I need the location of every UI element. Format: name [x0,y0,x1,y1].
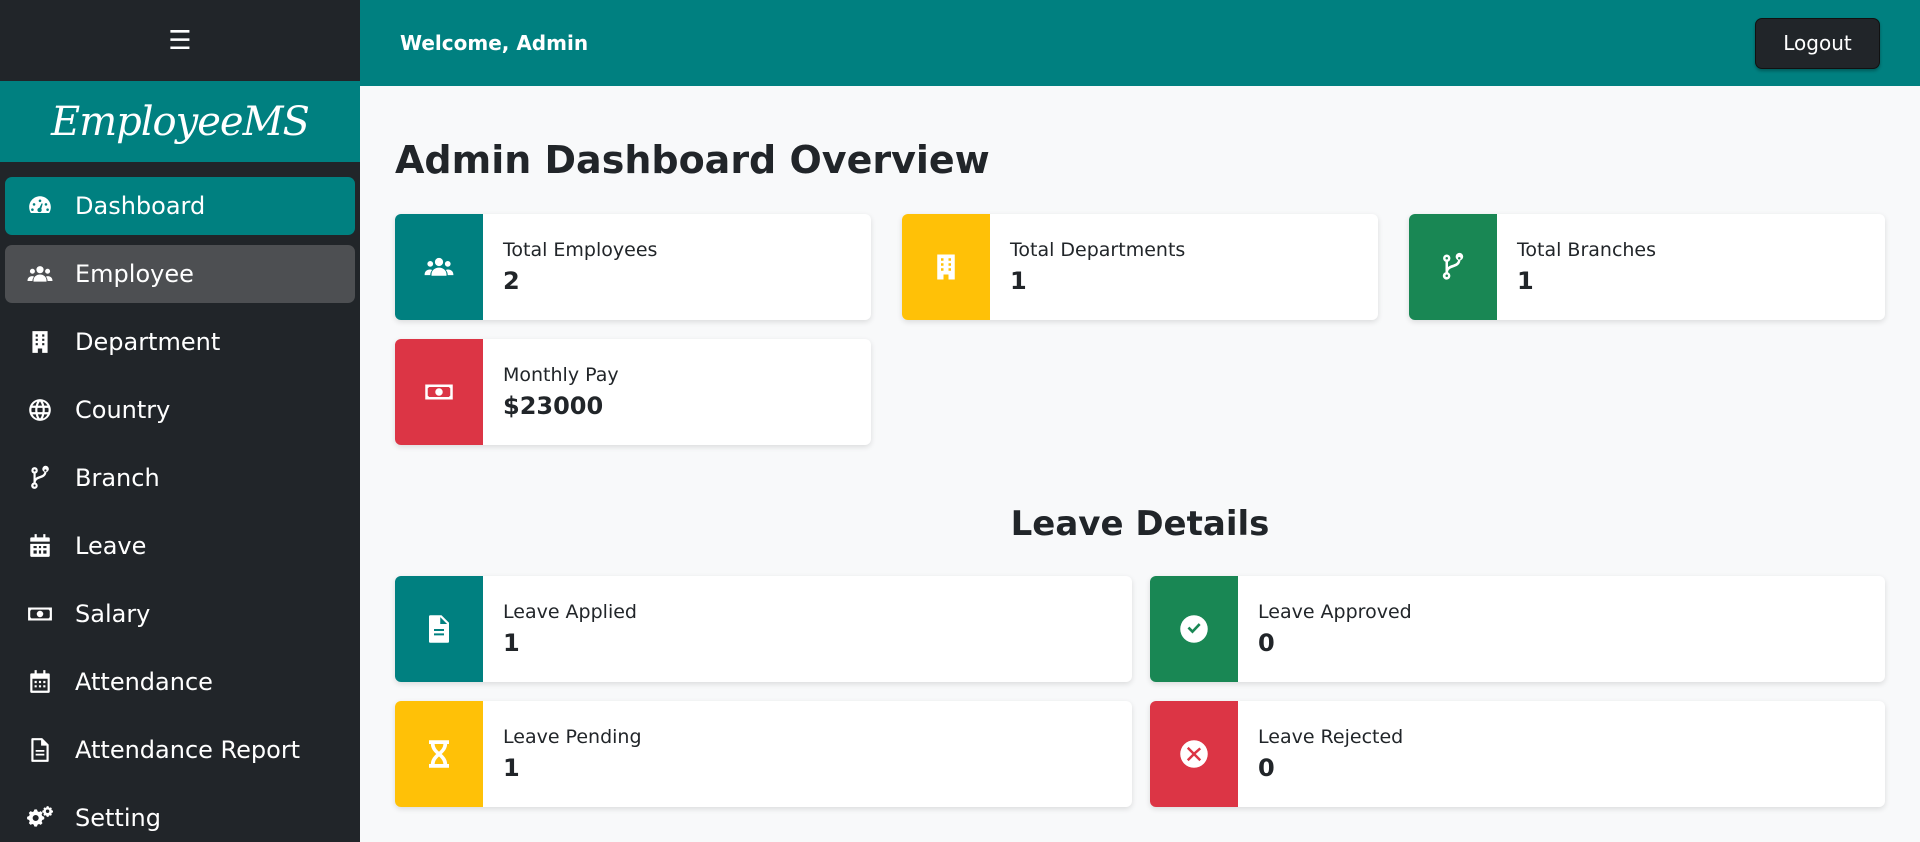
sidebar-item-country[interactable]: Country [5,381,355,439]
stat-label: Total Branches [1517,239,1657,261]
sidebar-item-department[interactable]: Department [5,313,355,371]
sidebar-item-attendance[interactable]: Attendance [5,653,355,711]
building-icon [902,214,990,320]
sidebar-item-label: Leave [75,532,147,560]
stat-card-total-employees: Total Employees 2 [395,214,871,320]
code-branch-icon [5,465,75,491]
leave-label: Leave Pending [503,726,642,748]
stat-value: 1 [1010,267,1027,295]
times-circle-icon [1150,701,1238,807]
file-icon [5,737,75,763]
money-icon [395,339,483,445]
file-icon [395,576,483,682]
money-icon [5,601,75,627]
main-content: Admin Dashboard Overview Total Employees… [360,86,1920,842]
building-icon [5,329,75,355]
leave-value: 1 [503,629,520,657]
sidebar-item-label: Department [75,328,221,356]
sidebar-item-label: Dashboard [75,192,206,220]
sidebar-item-leave[interactable]: Leave [5,517,355,575]
sidebar-item-salary[interactable]: Salary [5,585,355,643]
leave-card-approved: Leave Approved 0 [1150,576,1885,682]
calendar-check-icon [5,669,75,695]
sidebar-item-employee[interactable]: Employee [5,245,355,303]
stat-label: Total Departments [1010,239,1186,261]
hamburger-icon[interactable]: ☰ [168,26,191,56]
sidebar-item-label: Salary [75,600,151,628]
stat-label: Monthly Pay [503,364,619,386]
stat-card-total-departments: Total Departments 1 [902,214,1378,320]
stat-card-monthly-pay: Monthly Pay $23000 [395,339,871,445]
code-branch-icon [1409,214,1497,320]
leave-label: Leave Applied [503,601,637,623]
sidebar-item-label: Attendance [75,668,213,696]
welcome-text: Welcome, Admin [400,31,589,55]
leave-card-rejected: Leave Rejected 0 [1150,701,1885,807]
sidebar-item-label: Branch [75,464,160,492]
stat-card-total-branches: Total Branches 1 [1409,214,1885,320]
leave-label: Leave Rejected [1258,726,1404,748]
leave-value: 1 [503,754,520,782]
leave-value: 0 [1258,629,1275,657]
sidebar-item-attendance-report[interactable]: Attendance Report [5,721,355,779]
leave-details-title: Leave Details [1010,504,1270,544]
sidebar-nav: Dashboard Employee Department Country Br… [0,162,360,842]
stat-value: 1 [1517,267,1534,295]
page-title: Admin Dashboard Overview [395,138,990,182]
brand-logo: EmployeeMS [0,81,360,162]
users-icon [395,214,483,320]
globe-icon [5,397,75,423]
sidebar-item-setting[interactable]: Setting [5,789,355,842]
stat-label: Total Employees [503,239,658,261]
leave-card-applied: Leave Applied 1 [395,576,1132,682]
hourglass-icon [395,701,483,807]
gauge-icon [5,193,75,219]
gears-icon [5,805,75,831]
calendar-icon [5,533,75,559]
sidebar-item-label: Attendance Report [75,736,301,764]
sidebar: ☰ EmployeeMS Dashboard Employee Departme… [0,0,360,842]
sidebar-toggle-button[interactable]: ☰ [0,0,360,81]
sidebar-item-label: Country [75,396,171,424]
leave-label: Leave Approved [1258,601,1412,623]
logout-button[interactable]: Logout [1755,17,1880,69]
topbar: Welcome, Admin Logout [360,0,1920,86]
sidebar-item-dashboard[interactable]: Dashboard [5,177,355,235]
stat-value: $23000 [503,392,604,420]
leave-value: 0 [1258,754,1275,782]
sidebar-item-label: Setting [75,804,161,832]
check-circle-icon [1150,576,1238,682]
sidebar-item-branch[interactable]: Branch [5,449,355,507]
sidebar-item-label: Employee [75,260,194,288]
leave-card-pending: Leave Pending 1 [395,701,1132,807]
users-icon [5,261,75,287]
stat-value: 2 [503,267,520,295]
